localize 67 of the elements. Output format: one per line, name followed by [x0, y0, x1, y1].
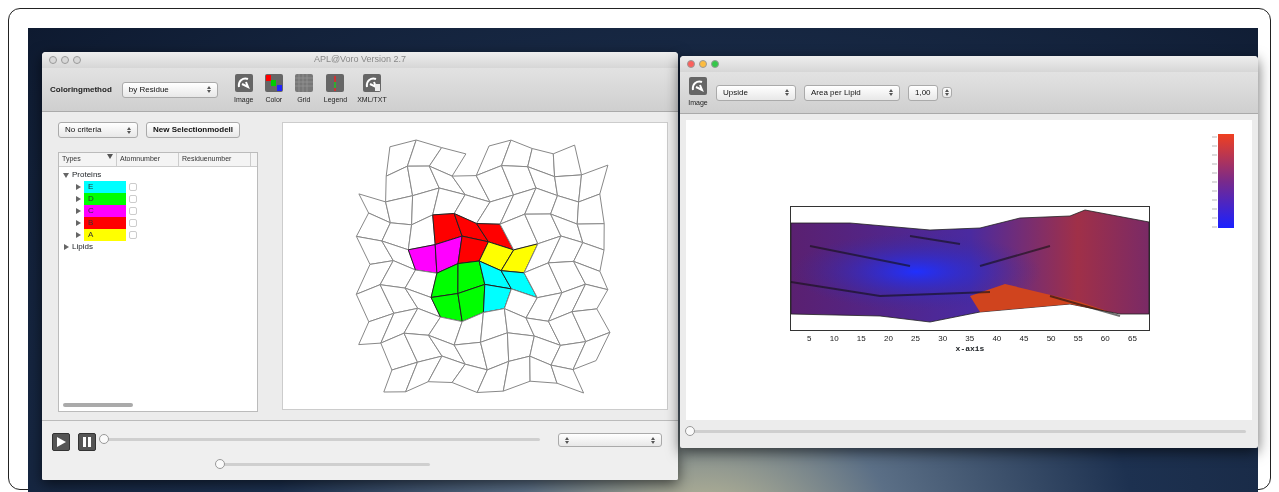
window-title: APL@Voro Version 2.7	[313, 54, 407, 65]
picture-icon	[361, 73, 382, 94]
checkbox[interactable]	[129, 194, 137, 203]
axis-tick-label: 65	[1127, 333, 1137, 345]
tree-item-label[interactable]: Proteins	[72, 168, 102, 181]
axis-tick-label: 35	[965, 333, 975, 345]
play-icon	[56, 437, 66, 447]
criteria-select[interactable]: No criteria	[58, 122, 138, 138]
stepper-arrows-icon	[889, 89, 893, 96]
zoom-button[interactable]	[73, 56, 81, 64]
axis-tick-label: 25	[911, 333, 920, 345]
slider-thumb[interactable]	[685, 426, 695, 436]
close-button[interactable]	[687, 60, 695, 68]
pause-icon	[82, 437, 92, 447]
disclosure-triangle-icon[interactable]	[63, 243, 69, 250]
minimize-button[interactable]	[699, 60, 707, 68]
tree-item-label[interactable]: E	[84, 180, 126, 193]
disclosure-triangle-icon[interactable]	[75, 219, 81, 226]
axis-tick-label: 50	[1046, 333, 1056, 345]
legend-bar-icon	[325, 73, 346, 94]
sort-arrow-icon	[107, 154, 113, 159]
new-selection-button[interactable]: New Selectionmodell	[146, 122, 241, 138]
axis-tick-label: 40	[992, 333, 1002, 345]
stepper-arrows-icon	[944, 89, 949, 96]
close-button[interactable]	[49, 56, 57, 64]
minimize-button[interactable]	[61, 56, 69, 64]
zoom-button[interactable]	[711, 60, 719, 68]
disclosure-triangle-icon[interactable]	[63, 171, 69, 178]
axis-tick-label: 15	[856, 333, 866, 345]
stepper-arrows-icon	[651, 436, 655, 444]
disclosure-triangle-icon[interactable]	[75, 207, 81, 214]
value-field[interactable]: 1,00	[908, 84, 938, 101]
play-button[interactable]	[52, 433, 70, 451]
disclosure-triangle-icon[interactable]	[75, 183, 81, 190]
disclosure-triangle-icon[interactable]	[75, 231, 81, 238]
coloring-method-label: Coloringmethod	[50, 83, 112, 96]
checkbox[interactable]	[129, 182, 137, 191]
axis-tick-label: 20	[883, 333, 893, 345]
axis-tick-label: 60	[1100, 333, 1110, 345]
stepper-arrows-icon	[565, 436, 569, 444]
checkbox[interactable]	[129, 206, 137, 215]
stepper-arrows-icon	[206, 86, 211, 93]
axis-tick-label: 5	[807, 333, 812, 345]
slider-thumb[interactable]	[99, 434, 109, 444]
stepper-arrows-icon	[127, 126, 131, 134]
coloring-method-select[interactable]: by Residue	[121, 81, 218, 98]
color-squares-icon	[263, 73, 284, 94]
side-select[interactable]: Upside	[716, 84, 796, 101]
axis-tick-label: 55	[1073, 333, 1083, 345]
checkbox[interactable]	[129, 230, 137, 239]
frame-select[interactable]	[558, 433, 662, 447]
picture-icon	[688, 76, 708, 97]
tree-item-label[interactable]: Lipids	[72, 240, 93, 253]
slider-thumb[interactable]	[215, 459, 225, 469]
pause-button[interactable]	[78, 433, 96, 451]
horizontal-scrollbar[interactable]	[63, 403, 133, 407]
disclosure-triangle-icon[interactable]	[75, 195, 81, 202]
axis-title: x-axis	[955, 345, 985, 353]
axis-tick-label: 30	[938, 333, 948, 345]
picture-icon	[233, 73, 254, 94]
stepper-arrows-icon	[785, 89, 789, 96]
measure-select[interactable]: Area per Lipid	[804, 84, 900, 101]
stepper[interactable]	[941, 87, 952, 98]
grid-icon	[293, 73, 314, 94]
axis-tick-label: 10	[829, 333, 839, 345]
axis-tick-label: 45	[1019, 333, 1029, 345]
checkbox[interactable]	[129, 218, 137, 227]
